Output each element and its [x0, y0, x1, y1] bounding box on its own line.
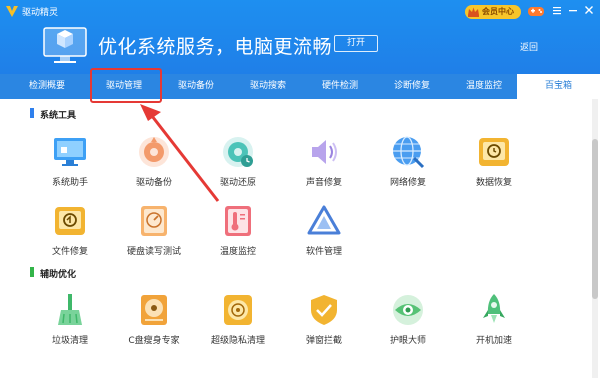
tool-label: 文件修复: [51, 247, 88, 257]
tool-label: 声音修复: [305, 178, 342, 188]
tool-label: 数据恢复: [475, 178, 512, 188]
tab-toolbox[interactable]: 百宝箱: [517, 74, 600, 99]
tool-popup-block[interactable]: 弹窗拦截: [284, 292, 364, 356]
tool-disk-speed-test[interactable]: 硬盘读写测试: [114, 203, 194, 267]
vip-center-button[interactable]: 会员中心: [465, 5, 521, 19]
tool-label: 网络修复: [389, 178, 426, 188]
section-title-system-tools: 系统工具: [40, 111, 77, 121]
minimize-icon[interactable]: [566, 3, 580, 17]
close-icon[interactable]: [582, 3, 596, 17]
privacy-clean-icon: [224, 295, 252, 325]
tool-label: C盘瘦身专家: [128, 336, 180, 346]
tab-driver-search[interactable]: 驱动搜索: [232, 74, 304, 99]
menu-icon[interactable]: [550, 3, 564, 17]
crown-icon: [468, 7, 479, 17]
tab-driver-backup[interactable]: 驱动备份: [160, 74, 232, 99]
tool-eye-care[interactable]: 护眼大师: [368, 292, 448, 356]
section-title-optimization: 辅助优化: [40, 270, 77, 280]
tab-hardware-check[interactable]: 硬件检测: [304, 74, 376, 99]
monitor-box-icon: [43, 27, 87, 63]
vip-center-label: 会员中心: [482, 7, 514, 16]
tool-temperature-monitor[interactable]: 温度监控: [198, 203, 278, 267]
tool-label: 驱动还原: [219, 178, 256, 188]
system-assistant-icon: [54, 138, 86, 166]
section-marker: [30, 267, 34, 277]
tool-junk-clean[interactable]: 垃圾清理: [30, 292, 110, 356]
app-logo-icon: [6, 6, 18, 17]
tool-label: 弹窗拦截: [305, 336, 342, 346]
tab-diagnose-repair[interactable]: 诊断修复: [376, 74, 448, 99]
header-banner: 驱动精灵 优化系统服务，电脑更流畅 打开 返回 会员中心: [0, 0, 600, 74]
gamepad-icon[interactable]: [527, 4, 545, 18]
tool-privacy-clean[interactable]: 超级隐私清理: [198, 292, 278, 356]
tab-temperature[interactable]: 温度监控: [448, 74, 520, 99]
tool-sound-repair[interactable]: 声音修复: [284, 134, 364, 198]
tool-c-drive-slim[interactable]: C盘瘦身专家: [114, 292, 194, 356]
tool-label: 超级隐私清理: [210, 336, 265, 346]
driver-restore-icon: [223, 137, 253, 167]
annotation-highlight-box: [90, 68, 162, 103]
tool-label: 驱动备份: [135, 178, 172, 188]
tool-label: 硬盘读写测试: [126, 247, 181, 257]
tool-driver-restore[interactable]: 驱动还原: [198, 134, 278, 198]
tab-overview[interactable]: 检测概要: [12, 74, 82, 99]
section-marker: [30, 108, 34, 118]
temperature-monitor-icon: [225, 206, 251, 236]
sound-repair-icon: [312, 140, 337, 164]
tool-label: 系统助手: [51, 178, 88, 188]
tool-file-repair[interactable]: 文件修复: [30, 203, 110, 267]
tool-network-repair[interactable]: 网络修复: [368, 134, 448, 198]
tool-label: 开机加速: [475, 336, 512, 346]
tool-label: 温度监控: [219, 247, 256, 257]
tool-system-assistant[interactable]: 系统助手: [30, 134, 110, 198]
scrollbar-thumb[interactable]: [592, 139, 598, 299]
back-link[interactable]: 返回: [520, 40, 538, 53]
software-manager-icon: [307, 205, 341, 235]
c-drive-slim-icon: [141, 295, 167, 325]
disk-speed-test-icon: [141, 206, 167, 236]
open-button[interactable]: 打开: [334, 35, 378, 52]
tool-label: 垃圾清理: [51, 336, 88, 346]
file-repair-icon: [55, 207, 85, 235]
tool-software-manager[interactable]: 软件管理: [284, 203, 364, 267]
boot-speedup-icon: [483, 294, 505, 323]
tool-label: 软件管理: [305, 247, 342, 257]
tool-label: 护眼大师: [389, 336, 426, 346]
banner-slogan: 优化系统服务，电脑更流畅: [98, 36, 333, 58]
tool-boot-speedup[interactable]: 开机加速: [454, 292, 534, 356]
eye-care-icon: [393, 295, 423, 325]
window-title: 驱动精灵: [22, 8, 59, 18]
driver-backup-icon: [139, 137, 169, 167]
content-scrollbar[interactable]: [592, 99, 598, 378]
driver-genius-window: 驱动精灵 优化系统服务，电脑更流畅 打开 返回 会员中心 检测概要 驱动管理 驱…: [0, 0, 600, 378]
network-repair-icon: [393, 136, 425, 169]
data-recovery-icon: [479, 138, 509, 166]
popup-block-icon: [311, 295, 337, 325]
tool-driver-backup[interactable]: 驱动备份: [114, 134, 194, 198]
tool-data-recovery[interactable]: 数据恢复: [454, 134, 534, 198]
junk-clean-icon: [58, 294, 82, 325]
